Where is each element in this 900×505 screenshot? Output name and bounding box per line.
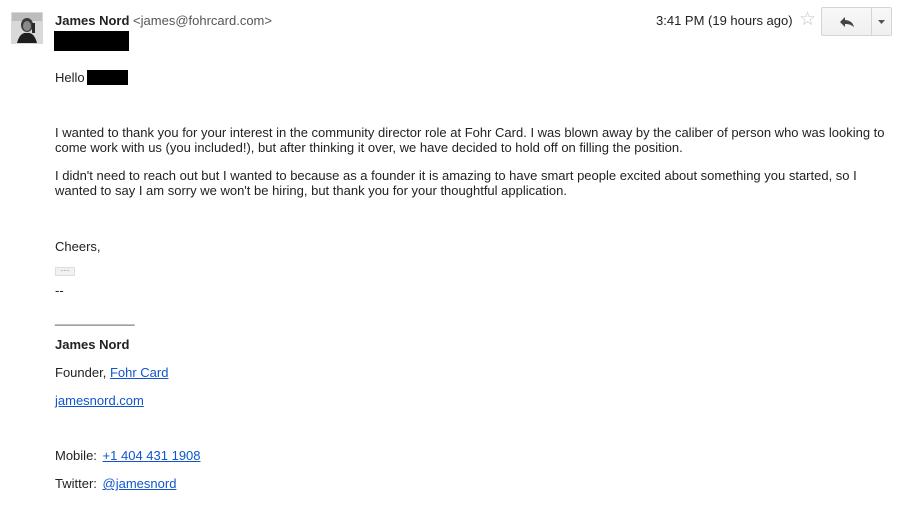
redacted-recipient-name xyxy=(87,70,128,85)
greeting-text: Hello xyxy=(55,70,85,85)
reply-button-group xyxy=(821,7,892,36)
sender-email: <james@fohrcard.com> xyxy=(133,13,272,28)
company-link[interactable]: Fohr Card xyxy=(110,365,169,380)
chevron-down-icon xyxy=(878,19,885,24)
website-link[interactable]: jamesnord.com xyxy=(55,393,144,408)
body-paragraph-2: I didn't need to reach out but I wanted … xyxy=(55,168,857,198)
sender-name[interactable]: James Nord xyxy=(55,13,129,28)
closing-text: Cheers, xyxy=(55,239,101,254)
signature-title-line: Founder, Fohr Card xyxy=(55,365,168,380)
message-timestamp[interactable]: 3:41 PM (19 hours ago) xyxy=(656,13,793,28)
mobile-label: Mobile: xyxy=(55,448,97,463)
mobile-phone-link[interactable]: +1 404 431 1908 xyxy=(103,448,201,463)
signature-website-line: jamesnord.com xyxy=(55,393,144,408)
twitter-label: Twitter: xyxy=(55,476,97,491)
sender-avatar[interactable] xyxy=(11,12,43,44)
show-trimmed-content-button[interactable]: ··· xyxy=(55,266,75,276)
star-icon[interactable]: ☆ xyxy=(799,8,816,32)
signature-title: Founder, xyxy=(55,365,110,380)
signature-mobile-line: Mobile: +1 404 431 1908 xyxy=(55,448,201,463)
greeting-line: Hello xyxy=(55,70,85,85)
signature-name: James Nord xyxy=(55,337,130,352)
reply-icon xyxy=(839,16,854,27)
redacted-recipient xyxy=(54,31,129,51)
twitter-handle-link[interactable]: @jamesnord xyxy=(103,476,177,491)
signature-twitter-line: Twitter: @jamesnord xyxy=(55,476,176,491)
reply-button[interactable] xyxy=(822,8,871,35)
signature-separator: -- xyxy=(55,283,64,298)
sender-line: James Nord <james@fohrcard.com> xyxy=(55,13,272,28)
signature-rule: ___________ xyxy=(55,311,135,326)
more-options-button[interactable] xyxy=(872,8,891,35)
avatar-photo xyxy=(12,13,42,43)
body-paragraph-1: I wanted to thank you for your interest … xyxy=(55,125,885,155)
